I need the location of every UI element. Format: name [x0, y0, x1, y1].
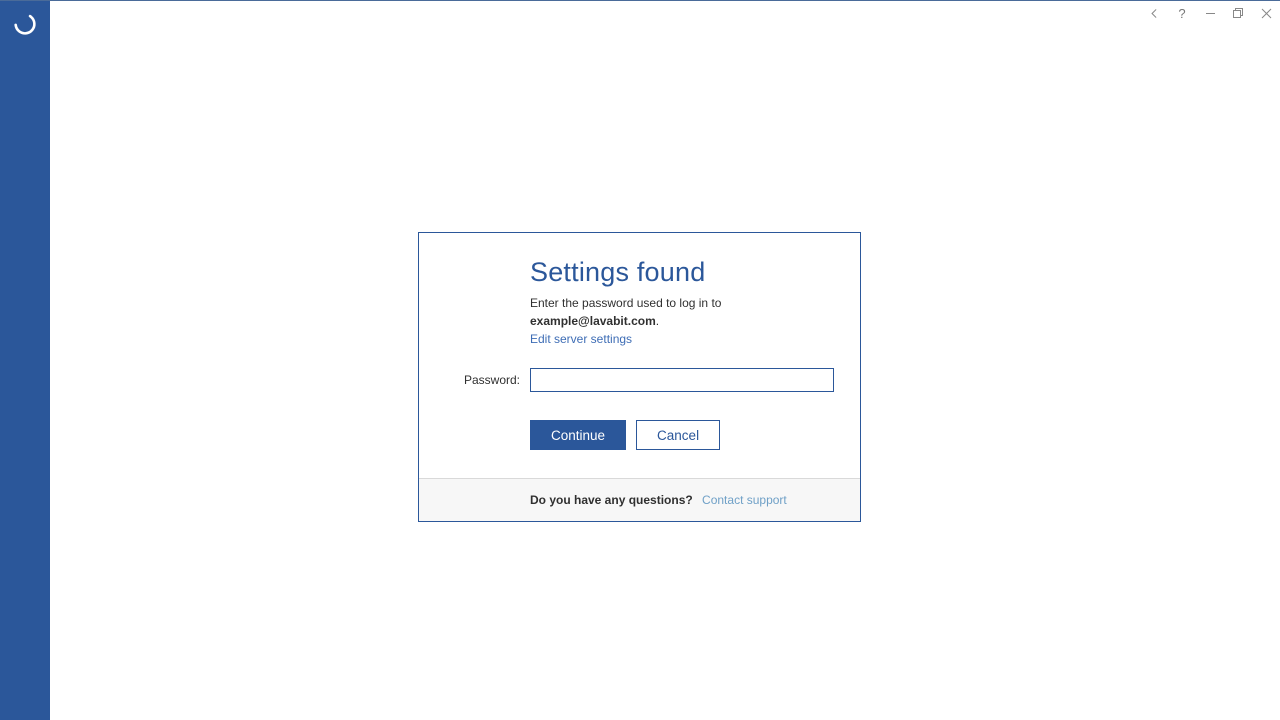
loading-spinner-icon: [12, 11, 38, 42]
cancel-button[interactable]: Cancel: [636, 420, 720, 450]
dialog-body: Settings found Enter the password used t…: [419, 233, 860, 478]
footer-question: Do you have any questions?: [530, 493, 693, 507]
contact-support-link[interactable]: Contact support: [702, 493, 787, 507]
subtitle-prefix: Enter the password used to log in to: [530, 296, 721, 310]
minimize-button[interactable]: [1196, 1, 1224, 25]
account-email: example@lavabit.com: [530, 314, 656, 328]
close-button[interactable]: [1252, 1, 1280, 25]
dialog-buttons: Continue Cancel: [530, 420, 836, 450]
app-sidebar: [0, 1, 50, 720]
back-button[interactable]: [1140, 1, 1168, 25]
dialog-title: Settings found: [530, 257, 836, 288]
maximize-button[interactable]: [1224, 1, 1252, 25]
continue-button[interactable]: Continue: [530, 420, 626, 450]
password-field-wrap: [530, 368, 836, 392]
edit-server-settings-link[interactable]: Edit server settings: [530, 332, 632, 346]
settings-found-dialog: Settings found Enter the password used t…: [418, 232, 861, 522]
dialog-footer: Do you have any questions? Contact suppo…: [419, 478, 860, 521]
password-input[interactable]: [530, 368, 834, 392]
dialog-subtitle: Enter the password used to log in to exa…: [530, 294, 836, 330]
password-row: Password:: [443, 368, 836, 392]
window-controls: ?: [1140, 1, 1280, 25]
help-button[interactable]: ?: [1168, 1, 1196, 25]
password-label: Password:: [443, 373, 530, 387]
subtitle-suffix: .: [656, 314, 659, 328]
main-area: ? Settings found Enter the password used…: [50, 1, 1280, 720]
